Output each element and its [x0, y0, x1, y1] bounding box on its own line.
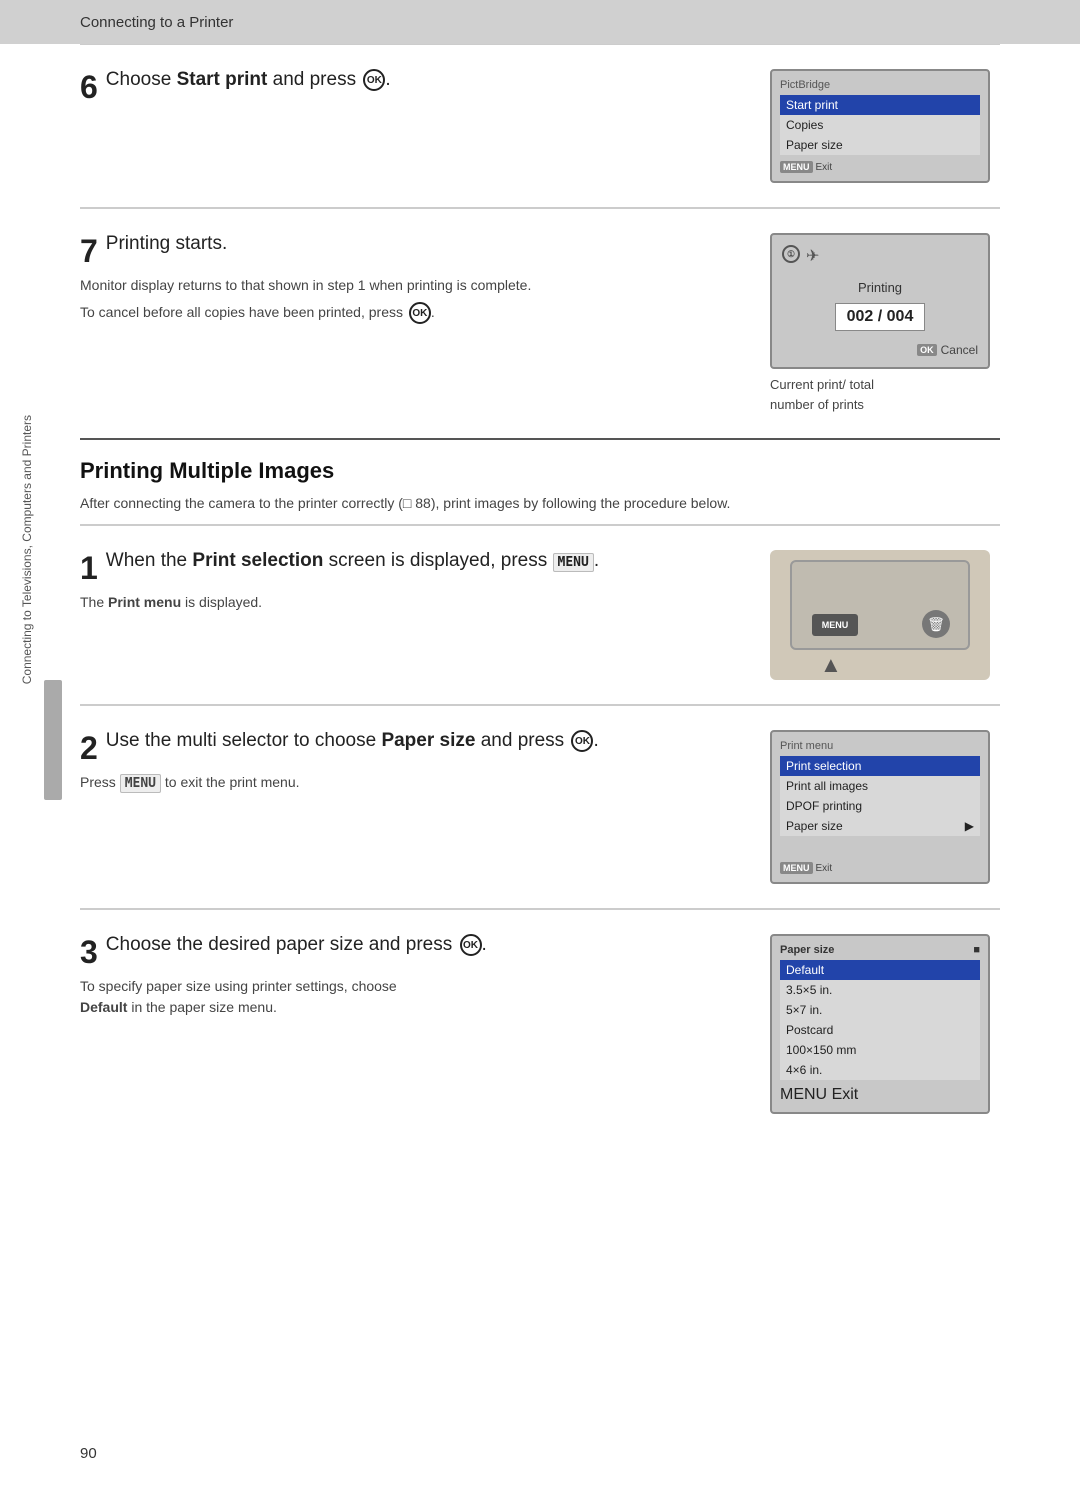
side-accent-bar [44, 680, 62, 800]
ok-icon-step6: OK [363, 69, 385, 91]
paper-size-row-0: Default [780, 960, 980, 980]
step-3-left: 3 Choose the desired paper size and pres… [80, 934, 740, 1024]
ok-icon-step2: OK [571, 730, 593, 752]
printing-icon-2: ✈ [806, 246, 819, 266]
step-2-menu-text: MENU [120, 774, 161, 793]
step-1-section: 1 When the Print selection screen is dis… [80, 525, 1000, 704]
printing-multiple-title: Printing Multiple Images [80, 458, 1000, 484]
camera-arrow-icon: ▲ [820, 652, 842, 678]
step-2-body: Press MENU to exit the print menu. [80, 772, 740, 794]
step-1-title: 1 When the Print selection screen is dis… [80, 550, 740, 584]
step-7-body: Monitor display returns to that shown in… [80, 275, 740, 324]
step-1-left: 1 When the Print selection screen is dis… [80, 550, 740, 619]
print-menu-row-3: Paper size▶ [780, 816, 980, 836]
step-3-title: 3 Choose the desired paper size and pres… [80, 934, 740, 968]
printing-label: Printing [782, 280, 978, 295]
top-bar: Connecting to a Printer [0, 0, 1080, 44]
step-1-right: MENU 🗑 ▲ [770, 550, 1000, 680]
cancel-btn-label: OK [917, 344, 937, 356]
print-menu-title: Print menu [780, 740, 980, 752]
step-7-left: 7 Printing starts. Monitor display retur… [80, 233, 740, 330]
print-menu-menu-btn: MENU [780, 862, 813, 874]
step-6-number: 6 [80, 71, 98, 103]
printing-multiple-body: After connecting the camera to the print… [80, 492, 1000, 514]
printing-screen: ① ✈ Printing 002 / 004 OK Cancel [770, 233, 990, 369]
printing-icons: ① ✈ [782, 245, 978, 266]
step-1-body: The Print menu is displayed. [80, 592, 740, 613]
pictbridge-row-1: Copies [780, 115, 980, 135]
pictbridge-screen: PictBridge Start print Copies Paper size… [770, 69, 990, 183]
print-menu-row-0: Print selection [780, 756, 980, 776]
step-1-number: 1 [80, 552, 98, 584]
paper-size-screen: Paper size ■ Default 3.5×5 in. 5×7 in. P… [770, 934, 990, 1114]
pictbridge-title: PictBridge [780, 79, 980, 91]
ok-icon-step3: OK [460, 934, 482, 956]
step-2-screen: Print menu Print selection Print all ima… [770, 730, 1000, 884]
ok-icon-step7: OK [409, 302, 431, 324]
step-2-title: 2 Use the multi selector to choose Paper… [80, 730, 740, 764]
paper-size-footer: MENU Exit [780, 1086, 980, 1104]
step-7-right: ① ✈ Printing 002 / 004 OK Cancel Current… [770, 233, 1000, 414]
step-3-section: 3 Choose the desired paper size and pres… [80, 909, 1000, 1138]
pictbridge-row-0: Start print [780, 95, 980, 115]
step-2-section: 2 Use the multi selector to choose Paper… [80, 705, 1000, 908]
print-menu-footer: MENU Exit [780, 862, 980, 874]
print-menu-row-2: DPOF printing [780, 796, 980, 816]
step-3-body: To specify paper size using printer sett… [80, 976, 740, 1018]
step-7-cancel-text: To cancel before all copies have been pr… [80, 302, 740, 324]
top-bar-title: Connecting to a Printer [80, 14, 233, 31]
printing-icon-1: ① [782, 245, 800, 263]
step-6-screen: PictBridge Start print Copies Paper size… [770, 69, 1000, 183]
printing-counter: 002 / 004 [835, 303, 925, 331]
side-text: Connecting to Televisions, Computers and… [12, 250, 42, 850]
print-menu-row-1: Print all images [780, 776, 980, 796]
paper-size-menu-btn: MENU [780, 1086, 827, 1103]
paper-size-title: Paper size ■ [780, 944, 980, 956]
step-6-left: 6 Choose Start print and press OK. [80, 69, 740, 111]
step-6-section: 6 Choose Start print and press OK. PictB… [80, 44, 1000, 207]
step-3-screen: Paper size ■ Default 3.5×5 in. 5×7 in. P… [770, 934, 1000, 1114]
cancel-row: OK Cancel [782, 343, 978, 357]
paper-size-row-1: 3.5×5 in. [780, 980, 980, 1000]
camera-delete-button: 🗑 [922, 610, 950, 638]
page-number: 90 [80, 1445, 97, 1462]
printing-multiple-section: Printing Multiple Images After connectin… [80, 438, 1000, 524]
paper-size-row-3: Postcard [780, 1020, 980, 1040]
print-menu-screen: Print menu Print selection Print all ima… [770, 730, 990, 884]
camera-button-area: MENU 🗑 ▲ [770, 550, 990, 680]
step-2-number: 2 [80, 732, 98, 764]
camera-menu-button: MENU [812, 614, 858, 636]
step-1-menu-text: MENU [553, 553, 594, 572]
step-2-left: 2 Use the multi selector to choose Paper… [80, 730, 740, 800]
step-6-title: 6 Choose Start print and press OK. [80, 69, 740, 103]
paper-size-row-2: 5×7 in. [780, 1000, 980, 1020]
paper-size-row-5: 4×6 in. [780, 1060, 980, 1080]
paper-size-row-4: 100×150 mm [780, 1040, 980, 1060]
step-7-title: 7 Printing starts. [80, 233, 740, 267]
step-7-caption: Current print/ total number of prints [770, 375, 1000, 414]
step-7-section: 7 Printing starts. Monitor display retur… [80, 208, 1000, 438]
pictbridge-footer: MENU Exit [780, 161, 980, 173]
pictbridge-row-2: Paper size [780, 135, 980, 155]
step-3-number: 3 [80, 936, 98, 968]
step-7-number: 7 [80, 235, 98, 267]
pictbridge-menu-btn: MENU [780, 161, 813, 173]
